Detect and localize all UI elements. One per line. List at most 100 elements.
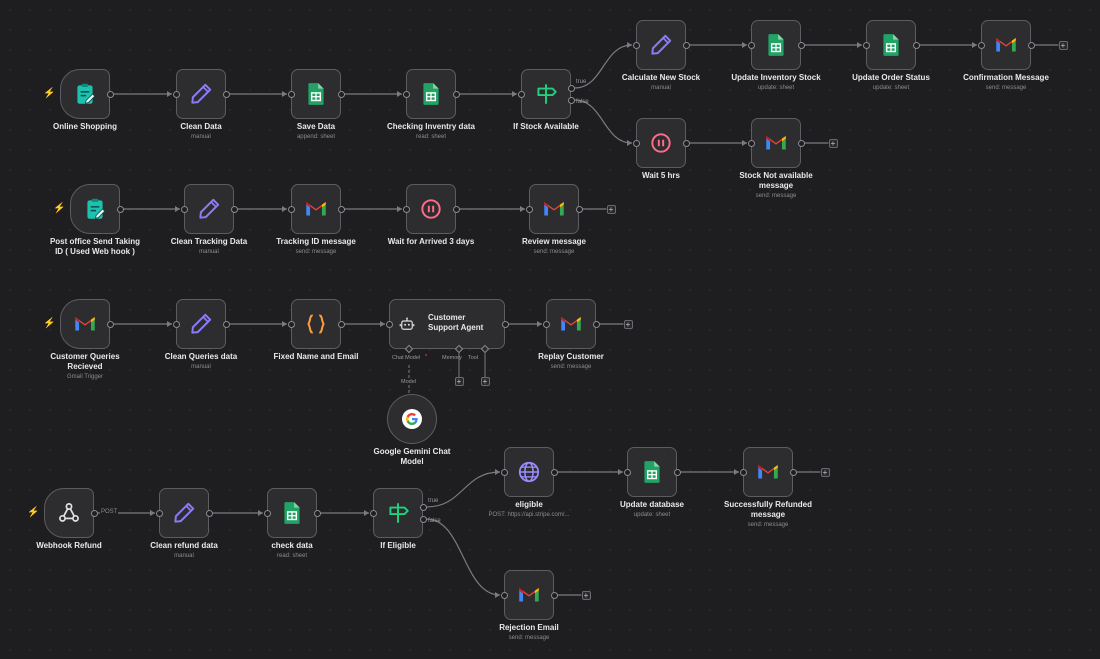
- output-port[interactable]: [575, 205, 583, 213]
- input-port[interactable]: [500, 468, 508, 476]
- node-label: Update database: [619, 500, 685, 509]
- node-update-inventory[interactable]: [751, 20, 801, 70]
- input-port[interactable]: [632, 41, 640, 49]
- node-gemini[interactable]: [387, 394, 437, 444]
- node-calculate-stock[interactable]: [636, 20, 686, 70]
- input-port[interactable]: [180, 205, 188, 213]
- input-port[interactable]: [287, 205, 295, 213]
- node-rejection[interactable]: [504, 570, 554, 620]
- add-node-button[interactable]: +: [606, 204, 616, 214]
- output-port[interactable]: [337, 320, 345, 328]
- node-clean-refund[interactable]: [159, 488, 209, 538]
- input-port[interactable]: [500, 591, 508, 599]
- node-refunded-msg[interactable]: [743, 447, 793, 497]
- input-port[interactable]: [402, 205, 410, 213]
- node-online-shopping[interactable]: [60, 69, 110, 119]
- output-port[interactable]: [789, 468, 797, 476]
- node-if-eligible[interactable]: [373, 488, 423, 538]
- output-port[interactable]: [106, 320, 114, 328]
- output-port[interactable]: [106, 90, 114, 98]
- node-update-database[interactable]: [627, 447, 677, 497]
- node-replay-customer[interactable]: [546, 299, 596, 349]
- output-port[interactable]: [452, 90, 460, 98]
- input-port[interactable]: [402, 90, 410, 98]
- node-save-data[interactable]: [291, 69, 341, 119]
- node-clean-tracking[interactable]: [184, 184, 234, 234]
- node-wait-5[interactable]: [636, 118, 686, 168]
- input-port[interactable]: [747, 41, 755, 49]
- input-port[interactable]: [977, 41, 985, 49]
- node-support-agent[interactable]: Customer Support Agent: [389, 299, 505, 349]
- input-port[interactable]: [632, 139, 640, 147]
- input-port[interactable]: [385, 320, 393, 328]
- true-output-port[interactable]: [419, 503, 427, 511]
- output-port[interactable]: [337, 90, 345, 98]
- add-tool-button[interactable]: +: [480, 377, 490, 386]
- output-port[interactable]: [1027, 41, 1035, 49]
- input-port[interactable]: [862, 41, 870, 49]
- output-port[interactable]: [337, 205, 345, 213]
- add-node-button[interactable]: +: [623, 319, 633, 329]
- output-port[interactable]: [550, 468, 558, 476]
- workflow-canvas[interactable]: Online Shopping ⚡ Clean Data manual Save Dat…: [0, 0, 1100, 659]
- output-port[interactable]: [222, 320, 230, 328]
- input-port[interactable]: [287, 90, 295, 98]
- output-port[interactable]: [116, 205, 124, 213]
- output-port[interactable]: [205, 509, 213, 517]
- node-wait-3[interactable]: [406, 184, 456, 234]
- add-node-button[interactable]: +: [1058, 40, 1068, 50]
- input-port[interactable]: [155, 509, 163, 517]
- false-output-port[interactable]: [419, 515, 427, 523]
- node-clean-data[interactable]: [176, 69, 226, 119]
- node-post-office[interactable]: [70, 184, 120, 234]
- node-tracking-msg[interactable]: [291, 184, 341, 234]
- input-port[interactable]: [263, 509, 271, 517]
- google-sheets-icon: [418, 81, 444, 107]
- output-port[interactable]: [222, 90, 230, 98]
- output-port[interactable]: [682, 41, 690, 49]
- node-stock-not-available[interactable]: [751, 118, 801, 168]
- output-port[interactable]: [501, 320, 509, 328]
- node-check-data[interactable]: [267, 488, 317, 538]
- output-port[interactable]: [682, 139, 690, 147]
- input-port[interactable]: [172, 90, 180, 98]
- node-review-msg[interactable]: [529, 184, 579, 234]
- input-port[interactable]: [623, 468, 631, 476]
- output-port[interactable]: [592, 320, 600, 328]
- input-port[interactable]: [525, 205, 533, 213]
- input-port[interactable]: [739, 468, 747, 476]
- input-port[interactable]: [747, 139, 755, 147]
- node-clean-queries[interactable]: [176, 299, 226, 349]
- input-port[interactable]: [172, 320, 180, 328]
- output-port[interactable]: [230, 205, 238, 213]
- node-customer-queries[interactable]: [60, 299, 110, 349]
- output-port[interactable]: [452, 205, 460, 213]
- true-output-port[interactable]: [567, 84, 575, 92]
- output-port[interactable]: [313, 509, 321, 517]
- node-if-stock[interactable]: [521, 69, 571, 119]
- add-memory-button[interactable]: +: [454, 377, 464, 386]
- input-port[interactable]: [517, 90, 525, 98]
- output-port[interactable]: [673, 468, 681, 476]
- output-port[interactable]: [797, 139, 805, 147]
- add-node-button[interactable]: +: [828, 138, 838, 148]
- output-port[interactable]: [550, 591, 558, 599]
- add-node-button[interactable]: +: [581, 590, 591, 600]
- node-confirmation[interactable]: [981, 20, 1031, 70]
- input-port[interactable]: [287, 320, 295, 328]
- node-update-order[interactable]: [866, 20, 916, 70]
- node-subtitle: manual: [191, 364, 211, 370]
- input-port[interactable]: [542, 320, 550, 328]
- node-fixed-name[interactable]: [291, 299, 341, 349]
- node-webhook-refund[interactable]: [44, 488, 94, 538]
- output-port[interactable]: [90, 509, 98, 517]
- node-label: Google Gemini Chat Model: [373, 447, 451, 466]
- input-port[interactable]: [369, 509, 377, 517]
- false-output-port[interactable]: [567, 96, 575, 104]
- false-branch-label: false: [576, 99, 589, 105]
- node-checking-inventory[interactable]: [406, 69, 456, 119]
- output-port[interactable]: [912, 41, 920, 49]
- output-port[interactable]: [797, 41, 805, 49]
- node-eligible[interactable]: [504, 447, 554, 497]
- add-node-button[interactable]: +: [820, 467, 830, 477]
